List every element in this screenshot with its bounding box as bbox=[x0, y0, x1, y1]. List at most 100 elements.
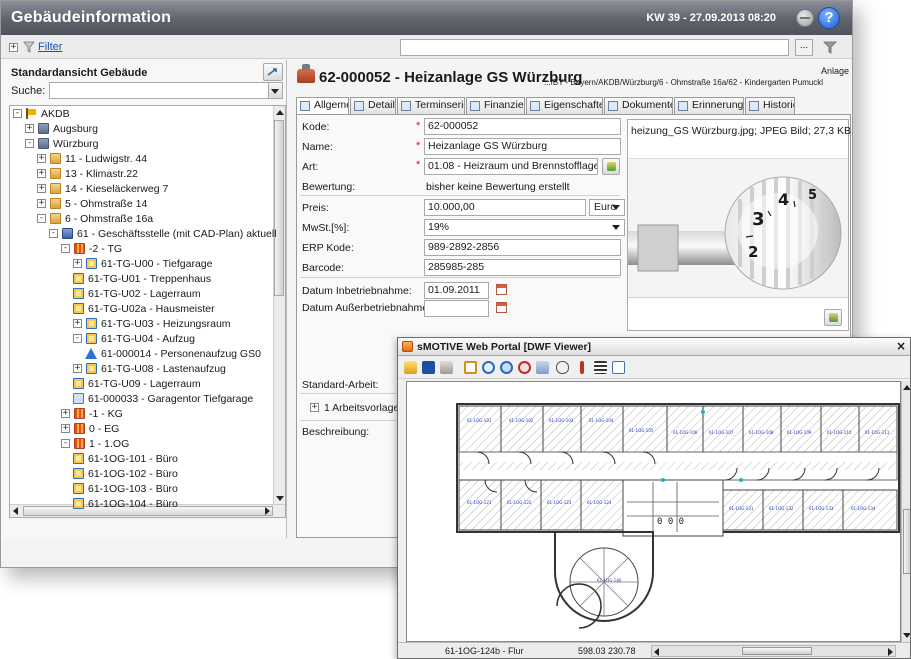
tree-item[interactable]: - 61 - Geschäftsstelle (mit CAD-Plan) akt… bbox=[49, 227, 277, 241]
globe-icon[interactable] bbox=[796, 9, 814, 27]
erp-field[interactable]: 989-2892-2856 bbox=[424, 239, 621, 256]
kode-field[interactable]: 62-000052 bbox=[424, 118, 621, 135]
work-template-expand-icon[interactable]: + bbox=[310, 403, 319, 412]
tree-item[interactable]: +61-TG-U00 - Tiefgarage bbox=[73, 257, 212, 271]
zoom-window-icon[interactable] bbox=[500, 361, 513, 374]
filter-link[interactable]: Filter bbox=[38, 41, 62, 53]
change-image-button[interactable] bbox=[824, 309, 842, 326]
tree-item[interactable]: - 6 - Ohmstraße 16a bbox=[37, 212, 153, 226]
pen-icon[interactable] bbox=[580, 361, 584, 374]
expand-icon[interactable]: + bbox=[37, 168, 46, 178]
tree-item[interactable]: +61-TG-U03 - Heizungsraum bbox=[73, 317, 231, 331]
calendar-icon[interactable] bbox=[496, 302, 507, 313]
expand-icon[interactable]: + bbox=[37, 198, 46, 208]
tree-scroll-thumb[interactable] bbox=[274, 120, 284, 296]
collapse-icon[interactable]: - bbox=[61, 243, 70, 253]
tree-item[interactable]: + Augsburg bbox=[25, 122, 98, 136]
work-template-item[interactable]: 1 Arbeitsvorlage bbox=[324, 402, 399, 414]
help-icon[interactable]: ? bbox=[818, 7, 840, 29]
scroll-up-icon[interactable] bbox=[903, 385, 910, 390]
scroll-right-icon[interactable] bbox=[888, 648, 893, 656]
dwf-vscroll-thumb[interactable] bbox=[903, 509, 910, 574]
tab-terminserien[interactable]: Terminserien bbox=[397, 97, 465, 114]
tab-dokumente[interactable]: Dokumente bbox=[604, 97, 673, 114]
floor-plan-canvas[interactable]: 61-1OG-101 61-1OG-102 61-1OG-103 61-1OG-10… bbox=[406, 381, 901, 642]
apply-filter-icon[interactable] bbox=[823, 41, 837, 54]
tree-item[interactable]: 61-1OG-103 - Büro bbox=[73, 482, 178, 496]
collapse-icon[interactable]: - bbox=[13, 108, 22, 118]
scroll-up-icon[interactable] bbox=[276, 110, 284, 115]
tab-details[interactable]: Details bbox=[350, 97, 396, 114]
chevron-down-icon[interactable] bbox=[271, 89, 279, 94]
tree-item[interactable]: 61-TG-U01 - Treppenhaus bbox=[73, 272, 211, 286]
art-field[interactable]: 01.08 - Heizraum und Brennstofflager bbox=[424, 158, 598, 175]
share-icon[interactable] bbox=[536, 361, 549, 374]
expand-icon[interactable]: + bbox=[73, 363, 82, 373]
tab-allgemein[interactable]: Allgemein bbox=[296, 97, 349, 115]
tree-item[interactable]: 61-000033 - Garagentor Tiefgarage bbox=[73, 392, 253, 406]
tab-erinnerung[interactable]: Erinnerung bbox=[674, 97, 744, 114]
commissioning-date-field[interactable]: 01.09.2011 bbox=[424, 282, 489, 299]
expand-icon[interactable]: + bbox=[37, 153, 46, 163]
scroll-left-icon[interactable] bbox=[13, 507, 18, 515]
name-field[interactable]: Heizanlage GS Würzburg bbox=[424, 138, 621, 155]
print-icon[interactable] bbox=[440, 361, 453, 374]
tree-item[interactable]: 61-TG-U02 - Lagerraum bbox=[73, 287, 201, 301]
zoom-in-icon[interactable] bbox=[482, 361, 495, 374]
expand-icon[interactable]: + bbox=[37, 183, 46, 193]
expand-icon[interactable]: + bbox=[73, 258, 82, 268]
expand-icon[interactable]: + bbox=[73, 318, 82, 328]
calendar-icon[interactable] bbox=[496, 284, 507, 295]
tree-item[interactable]: 61-1OG-104 - Büro bbox=[73, 497, 178, 511]
collapse-icon[interactable]: - bbox=[73, 333, 82, 343]
dwf-horizontal-scrollbar[interactable] bbox=[651, 645, 896, 657]
dwf-hscroll-thumb[interactable] bbox=[742, 647, 812, 655]
scroll-down-icon[interactable] bbox=[903, 633, 910, 638]
properties-icon[interactable] bbox=[612, 361, 625, 374]
collapse-icon[interactable]: - bbox=[25, 138, 34, 148]
tab-eigenschaften[interactable]: Eigenschaften bbox=[526, 97, 603, 114]
tree-item[interactable]: +11 - Ludwigstr. 44 bbox=[37, 152, 147, 166]
tree-item[interactable]: 61-1OG-102 - Büro bbox=[73, 467, 178, 481]
tree-item[interactable]: +0 - EG bbox=[61, 422, 119, 436]
scroll-left-icon[interactable] bbox=[654, 648, 659, 656]
currency-select[interactable]: Euro bbox=[589, 199, 625, 216]
layers-icon[interactable] bbox=[404, 361, 417, 374]
close-icon[interactable]: × bbox=[896, 339, 906, 353]
collapse-icon[interactable]: - bbox=[61, 438, 70, 448]
tree-item[interactable]: + -1 - KG bbox=[61, 407, 123, 421]
tree-item[interactable]: +13 - Klimastr.22 bbox=[37, 167, 138, 181]
zoom-extents-icon[interactable] bbox=[464, 361, 477, 374]
layers-list-icon[interactable] bbox=[594, 361, 607, 374]
collapse-icon[interactable]: - bbox=[37, 213, 46, 223]
scroll-right-icon[interactable] bbox=[265, 507, 270, 515]
zoom-out-icon[interactable] bbox=[518, 361, 531, 374]
filter-browse-button[interactable]: ... bbox=[795, 39, 813, 56]
dwf-vertical-scrollbar[interactable] bbox=[901, 381, 910, 642]
view-toggle-button[interactable] bbox=[263, 63, 283, 81]
expand-icon[interactable]: + bbox=[61, 408, 70, 418]
expand-icon[interactable]: + bbox=[61, 423, 70, 433]
tree-item[interactable]: +61-TG-U08 - Lastenaufzug bbox=[73, 362, 226, 376]
decommissioning-date-field[interactable] bbox=[424, 300, 489, 317]
pan-hand-icon[interactable] bbox=[556, 361, 569, 374]
tree-item[interactable]: +14 - Kieseläckerweg 7 bbox=[37, 182, 168, 196]
tree-item[interactable]: - -2 - TG bbox=[61, 242, 122, 256]
price-field[interactable]: 10.000,00 bbox=[424, 199, 586, 216]
tree-item[interactable]: - 1 - 1.OG bbox=[61, 437, 129, 451]
tree-item[interactable]: 61-000014 - Personenaufzug GS0 bbox=[85, 347, 261, 361]
barcode-field[interactable]: 285985-285 bbox=[424, 259, 621, 276]
tab-finanziell[interactable]: Finanziell bbox=[466, 97, 525, 114]
art-picker-button[interactable] bbox=[602, 158, 620, 175]
tree-item[interactable]: 61-1OG-101 - Büro bbox=[73, 452, 178, 466]
tree-item[interactable]: - AKDB bbox=[13, 107, 70, 121]
collapse-icon[interactable]: - bbox=[49, 228, 58, 238]
filter-input[interactable] bbox=[400, 39, 789, 56]
filter-expand-icon[interactable]: + bbox=[9, 43, 18, 52]
vat-select[interactable]: 19% bbox=[424, 219, 625, 236]
tree-item[interactable]: - Würzburg bbox=[25, 137, 99, 151]
tree-item[interactable]: +5 - Ohmstraße 14 bbox=[37, 197, 147, 211]
expand-icon[interactable]: + bbox=[25, 123, 34, 133]
tree-item[interactable]: - 61-TG-U04 - Aufzug bbox=[73, 332, 195, 346]
scroll-down-icon[interactable] bbox=[276, 496, 284, 501]
